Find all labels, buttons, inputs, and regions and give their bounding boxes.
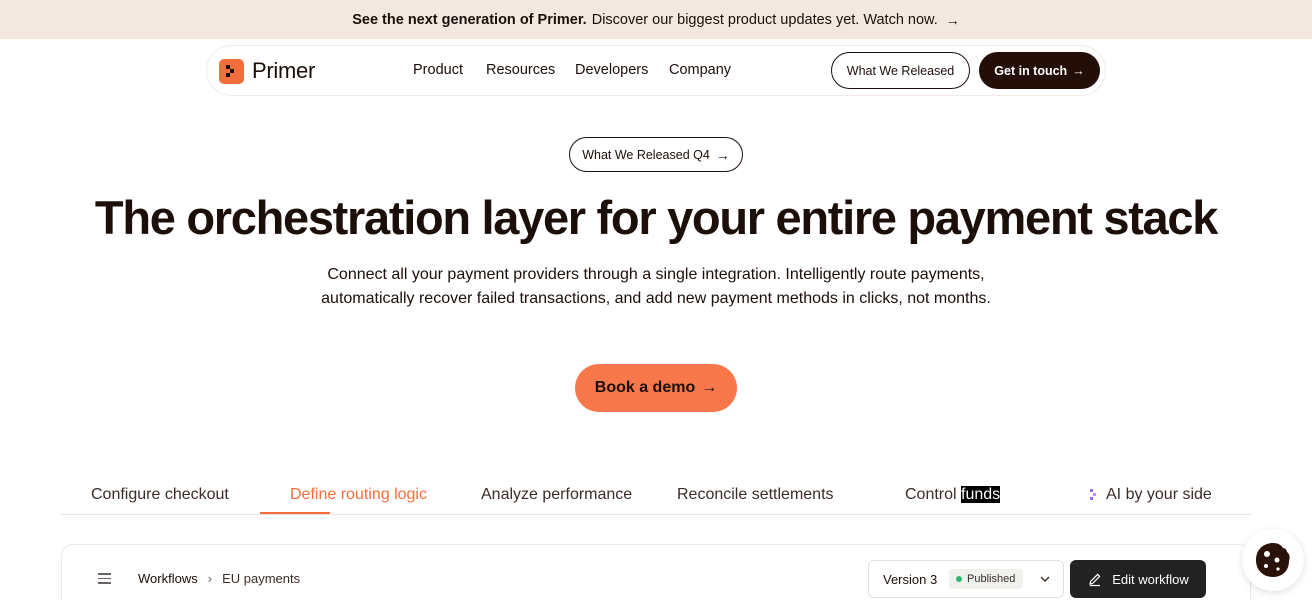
feature-tabs: Configure checkout Define routing logic … — [61, 472, 1251, 515]
tab-ai-by-your-side[interactable]: AI by your side — [1089, 486, 1212, 504]
get-in-touch-label: Get in touch — [994, 63, 1068, 78]
logo-icon — [219, 58, 244, 84]
breadcrumb-workflows[interactable]: Workflows — [138, 571, 198, 586]
tab-control-funds[interactable]: Control funds — [905, 486, 1001, 504]
cookie-settings-button[interactable] — [1242, 529, 1304, 591]
sparkle-icon — [1090, 488, 1096, 500]
release-pill-button[interactable]: What We Released Q4 → — [569, 137, 743, 172]
arrow-right-icon: → — [715, 146, 730, 163]
version-select[interactable]: Version 3 Published — [868, 560, 1064, 598]
tab-control-prefix: Control — [905, 486, 962, 503]
tab-define-routing-logic[interactable]: Define routing logic — [290, 486, 427, 504]
arrow-right-icon: → — [1072, 63, 1085, 78]
book-demo-label: Book a demo — [594, 379, 696, 396]
breadcrumb-eu-payments: EU payments — [222, 571, 301, 586]
announcement-bold: See the next generation of Primer. — [352, 11, 587, 28]
nav-item-developers[interactable]: Developers — [575, 62, 648, 78]
status-badge: Published — [949, 569, 1024, 589]
top-navigation: Primer Product Resources Developers Comp… — [206, 45, 1106, 96]
published-dot — [956, 576, 962, 582]
workflow-panel: Workflows › EU payments Version 3 Publis… — [61, 544, 1251, 600]
tab-configure-checkout[interactable]: Configure checkout — [91, 486, 229, 504]
logo-text: Primer — [252, 58, 315, 83]
what-we-released-label: What We Released — [846, 63, 955, 78]
tab-analyze-performance[interactable]: Analyze performance — [481, 486, 632, 504]
hero-headline: The orchestration layer for your entire … — [94, 191, 1218, 244]
active-tab-indicator — [260, 512, 330, 514]
cookie-icon — [1256, 543, 1290, 577]
menu-icon[interactable] — [98, 573, 111, 584]
status-label: Published — [967, 573, 1016, 585]
chevron-down-icon — [1040, 576, 1050, 582]
nav-item-company[interactable]: Company — [669, 62, 731, 78]
hero-subtext: Connect all your payment providers throu… — [321, 266, 991, 307]
get-in-touch-button[interactable]: Get in touch → — [979, 52, 1100, 89]
announcement-bar[interactable]: See the next generation of Primer. Disco… — [0, 0, 1312, 39]
release-pill-label: What We Released Q4 — [582, 147, 710, 162]
tab-ai-label: AI by your side — [1106, 486, 1212, 503]
edit-workflow-label: Edit workflow — [1112, 571, 1189, 587]
book-demo-button[interactable]: Book a demo → — [575, 364, 737, 412]
arrow-right-icon: → — [701, 379, 718, 396]
announcement-text: Discover our biggest product updates yet… — [591, 11, 938, 28]
arrow-right-icon: → — [945, 11, 960, 28]
chevron-right-icon: › — [207, 571, 213, 586]
what-we-released-button[interactable]: What We Released — [831, 52, 970, 89]
tab-reconcile-settlements[interactable]: Reconcile settlements — [677, 486, 834, 504]
edit-workflow-button[interactable]: Edit workflow — [1070, 560, 1206, 598]
nav-item-resources[interactable]: Resources — [486, 62, 555, 78]
version-label: Version 3 — [883, 572, 938, 587]
logo[interactable]: Primer — [219, 58, 315, 84]
tab-control-highlight: funds — [961, 486, 1001, 503]
breadcrumb: Workflows › EU payments — [138, 571, 300, 586]
nav-item-product[interactable]: Product — [413, 62, 463, 78]
pencil-icon — [1089, 573, 1101, 587]
